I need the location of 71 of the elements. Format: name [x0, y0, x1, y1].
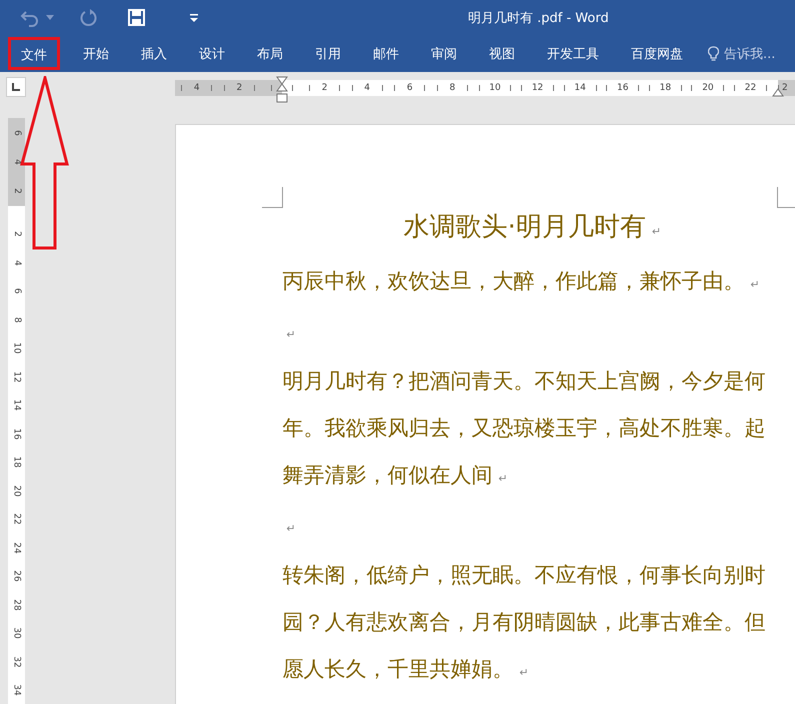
text-line: 明月几时有？把酒问青天。不知天上宫阙，今夕是何 [282, 369, 766, 393]
customize-icon[interactable] [189, 12, 199, 22]
ruler-number: 2 [12, 188, 22, 194]
undo-icon[interactable] [20, 8, 40, 26]
caret-icon[interactable] [46, 14, 54, 20]
left-tab-icon [12, 83, 20, 91]
text-line: 愿人长久，千里共婵娟。 [282, 657, 514, 681]
lightbulb-icon[interactable] [708, 46, 719, 62]
ribbon-tab[interactable]: 开始 [72, 37, 120, 70]
ruler-number: 10 [12, 342, 22, 354]
ruler-number: 2 [322, 83, 328, 93]
ribbon-tab[interactable]: 百度网盘 [620, 37, 694, 70]
ribbon-tab[interactable]: 文件 [8, 37, 60, 70]
ruler-number: 12 [12, 371, 22, 382]
ruler-number: 6 [406, 83, 413, 93]
right-indent-marker-icon[interactable] [772, 87, 784, 97]
ribbon-tab[interactable]: 插入 [130, 37, 178, 70]
ruler-number: 32 [12, 656, 22, 668]
ruler-number: 4 [12, 260, 22, 266]
ribbon-tab[interactable]: 邮件 [362, 37, 410, 70]
ruler-number: 2 [782, 83, 788, 93]
ruler-number: 16 [617, 83, 628, 93]
save-icon[interactable] [128, 9, 145, 26]
ribbon-tab[interactable]: 开发工具 [536, 37, 610, 70]
ruler-number: 12 [532, 83, 544, 93]
ruler-number: 30 [12, 628, 22, 639]
paragraph-mark: ↵ [286, 328, 296, 341]
ruler-number: 4 [364, 83, 370, 93]
text-line: 园？人有悲欢离合，月有阴晴圆缺，此事古难全。但 [282, 610, 766, 634]
crop-mark [262, 187, 284, 208]
ribbon-tab[interactable]: 审阅 [420, 37, 468, 70]
text-line: 年。我欲乘风归去，又恐琼楼玉宇，高处不胜寒。起 [282, 416, 766, 440]
ruler-number: 24 [12, 542, 22, 554]
ruler-number: 20 [702, 83, 714, 93]
window-title: 明月几时有 .pdf - Word [468, 10, 609, 26]
ruler-number: 20 [12, 485, 22, 496]
ribbon-tab[interactable]: 设计 [188, 37, 236, 70]
ruler-number: 28 [12, 599, 22, 610]
ribbon-tab[interactable]: 视图 [478, 37, 526, 70]
ruler-number: 8 [449, 83, 456, 93]
ruler-number: 8 [12, 316, 22, 323]
ruler-number: 22 [12, 514, 22, 525]
ruler-number: 10 [489, 83, 501, 93]
paragraph-mark: ↵ [519, 666, 529, 679]
paragraph-mark: ↵ [498, 472, 508, 485]
ruler-number: 2 [236, 83, 242, 93]
ruler-number: 4 [194, 83, 200, 93]
crop-mark [777, 187, 795, 208]
ruler-number: 26 [12, 570, 22, 582]
ruler-number: 18 [12, 456, 22, 468]
ruler-number: 18 [660, 83, 672, 93]
paragraph-mark: ↵ [750, 278, 760, 291]
redo-icon[interactable] [80, 8, 98, 26]
ruler-number: 22 [744, 83, 756, 93]
text-line: 舞弄清影，何似在人间 [282, 463, 492, 487]
text-line: 转朱阁，低绮户，照无眠。不应有恨，何事长向别时 [282, 563, 766, 587]
text-line: 丙辰中秋，欢饮达旦，大醉，作此篇，兼怀子由。 [282, 269, 744, 293]
tab-selector[interactable] [6, 77, 26, 97]
ribbon-tab[interactable]: 布局 [246, 37, 294, 70]
ruler-number: 16 [12, 428, 22, 440]
tell-me-search[interactable]: 告诉我... [724, 44, 776, 62]
paragraph-mark: ↵ [652, 225, 662, 238]
ribbon-tab[interactable]: 引用 [304, 37, 352, 70]
ruler-number: 34 [12, 684, 22, 696]
ruler-number: 6 [12, 288, 22, 294]
ruler-number: 6 [12, 130, 22, 136]
ruler-number: 2 [12, 231, 22, 238]
document-title: 水调歌头·明月几时有 [404, 212, 646, 242]
ruler-number: 14 [12, 400, 22, 411]
ruler-number: 14 [574, 83, 586, 93]
paragraph-mark: ↵ [286, 522, 296, 535]
